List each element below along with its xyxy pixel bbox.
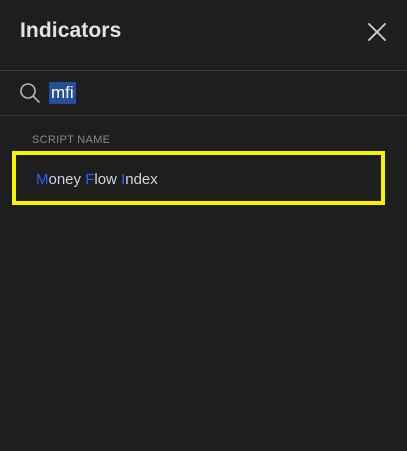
search-icon: [20, 83, 40, 103]
section-label: SCRIPT NAME: [32, 134, 111, 146]
search-divider: [0, 115, 407, 116]
search-input[interactable]: [48, 80, 388, 106]
result-label-part: M: [36, 171, 49, 188]
dialog-title: Indicators: [20, 19, 122, 42]
search-row: [0, 71, 407, 115]
result-label-part: ndex: [125, 171, 158, 188]
close-icon: [368, 23, 386, 41]
close-button[interactable]: [364, 19, 390, 45]
result-item-money-flow-index[interactable]: Money Flow Index: [12, 151, 385, 205]
result-label-part: F: [85, 171, 95, 188]
result-label-part: low: [94, 171, 122, 188]
result-label: Money Flow Index: [36, 171, 158, 188]
indicators-dialog: Indicators mfi SCRIPT NAME Money Flow In…: [0, 0, 407, 451]
dialog-header: Indicators: [0, 0, 407, 70]
result-label-part: oney: [48, 171, 86, 188]
